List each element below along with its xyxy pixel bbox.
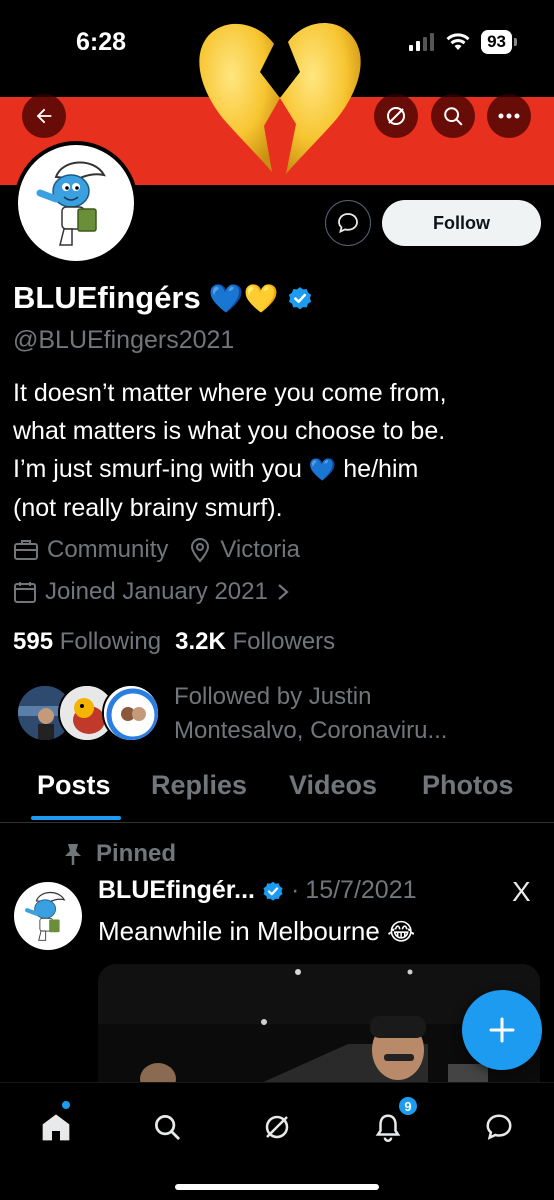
status-time: 6:28 [76, 28, 127, 56]
followers-link[interactable]: 3.2K Followers [175, 628, 335, 656]
profile-handle: @BLUEfingers2021 [13, 326, 235, 354]
tab-posts[interactable]: Posts [37, 770, 111, 801]
pinned-label-row: Pinned [62, 840, 176, 868]
verified-badge-icon[interactable] [286, 284, 314, 312]
pronouns: he/him [343, 455, 419, 483]
nav-home[interactable] [34, 1105, 78, 1149]
grok-button[interactable] [374, 94, 418, 138]
tab-videos[interactable]: Videos [289, 770, 377, 801]
profile-bio: It doesn’t matter where you come from, w… [13, 374, 543, 527]
tab-photos[interactable]: Photos [422, 770, 514, 801]
post-separator: · [290, 876, 300, 904]
followed-by-text[interactable]: Followed by Justin Montesalvo, Coronavir… [174, 680, 534, 748]
smurf-avatar-image [36, 161, 106, 246]
followed-by-avatars[interactable] [16, 684, 161, 746]
broken-heart-icon [199, 23, 361, 175]
pin-icon [65, 844, 81, 865]
following-count: 595 [13, 628, 54, 655]
home-unread-dot [62, 1101, 70, 1109]
profile-tabs: Posts Replies Videos Photos [0, 770, 554, 822]
profile-meta-row: Community Victoria [13, 536, 300, 564]
following-label: Following [59, 628, 162, 655]
briefcase-icon [14, 540, 38, 560]
laughing-emoji: 😂 [387, 919, 416, 946]
search-icon [444, 107, 463, 126]
home-indicator [175, 1184, 379, 1190]
plus-icon [489, 1017, 515, 1043]
nav-search[interactable] [145, 1105, 189, 1149]
followed-by-line: Followed by Justin [174, 683, 372, 710]
joined-row[interactable]: Joined January 2021 [13, 578, 290, 606]
cellular-signal-icon [409, 33, 435, 51]
nav-grok[interactable] [255, 1105, 299, 1149]
post-date[interactable]: 15/7/2021 [305, 876, 416, 905]
post-author-avatar[interactable] [14, 882, 82, 950]
post-text: Meanwhile in Melbourne 😂 [98, 916, 415, 947]
profile-category: Community [47, 536, 169, 563]
follow-button[interactable]: Follow [382, 200, 541, 246]
bell-icon [375, 1114, 401, 1142]
pinned-label: Pinned [96, 840, 177, 867]
bio-line: what matters is what you choose to be. [13, 417, 446, 445]
arrow-left-icon [36, 108, 52, 124]
verified-badge-icon [263, 881, 283, 901]
bio-text: I’m just smurf-ing with you [13, 455, 302, 483]
calendar-icon [14, 582, 36, 603]
bio-line: I’m just smurf-ing with you 💙 he/him [13, 450, 543, 489]
post-author-name[interactable]: BLUEfingér... [98, 876, 255, 905]
active-tab-indicator [31, 816, 121, 820]
profile-avatar[interactable] [14, 141, 138, 265]
grok-icon [387, 107, 405, 125]
message-button[interactable] [325, 200, 371, 246]
message-bubble-icon [338, 213, 358, 234]
followed-by-line: Montesalvo, Coronaviru... [174, 717, 448, 744]
chevron-right-icon [278, 584, 289, 600]
message-bubble-icon [486, 1114, 512, 1140]
bottom-navigation: 9 [0, 1082, 554, 1200]
more-button[interactable] [487, 94, 531, 138]
name-emojis: 💙💛 [208, 282, 279, 314]
smurf-avatar-image [25, 891, 66, 941]
grok-icon [265, 1115, 289, 1139]
tabs-divider [0, 822, 554, 823]
profile-location: Victoria [220, 536, 300, 563]
location-pin-icon [191, 538, 210, 563]
tab-replies[interactable]: Replies [151, 770, 247, 801]
back-button[interactable] [22, 94, 66, 138]
home-icon [42, 1114, 70, 1141]
battery-indicator: 93 [481, 30, 517, 54]
display-name: BLUEfingérs [13, 280, 201, 315]
blue-heart-emoji: 💙 [308, 457, 337, 482]
post-body: Meanwhile in Melbourne [98, 916, 380, 946]
follower-avatar [102, 684, 160, 742]
compose-post-button[interactable] [462, 990, 542, 1070]
x-logo-icon[interactable]: X [512, 876, 531, 908]
followers-count: 3.2K [175, 628, 226, 655]
nav-messages[interactable] [477, 1105, 521, 1149]
followers-label: Followers [232, 628, 336, 655]
profile-joined: Joined January 2021 [45, 578, 268, 605]
post-header: BLUEfingér... · 15/7/2021 [98, 876, 417, 905]
status-icons: 93 [409, 30, 517, 54]
search-button[interactable] [431, 94, 475, 138]
more-dots-icon [498, 113, 520, 119]
following-link[interactable]: 595 Following [13, 628, 161, 656]
bio-line: It doesn’t matter where you come from, [13, 379, 447, 407]
follow-counts: 595 Following 3.2K Followers [13, 628, 335, 656]
bio-line: (not really brainy smurf). [13, 494, 283, 522]
search-icon [155, 1115, 180, 1140]
display-name-row: BLUEfingérs 💙💛 [13, 280, 314, 316]
wifi-icon [446, 33, 470, 50]
notification-badge: 9 [397, 1095, 419, 1117]
